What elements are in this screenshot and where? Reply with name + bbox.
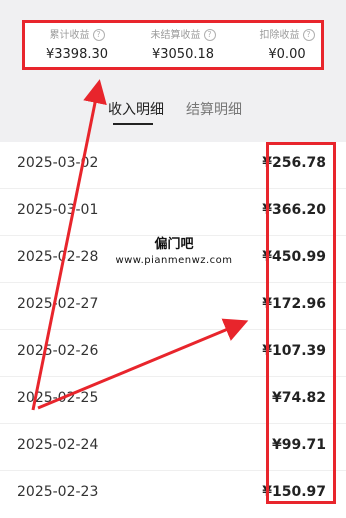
row-amount: ¥99.71 xyxy=(271,437,326,453)
row-date: 2025-02-26 xyxy=(17,343,99,359)
list-item[interactable]: 2025-02-23 ¥150.97 xyxy=(0,471,346,518)
stat-value: ¥3050.18 xyxy=(151,47,215,62)
row-date: 2025-02-28 xyxy=(17,249,99,265)
help-icon[interactable]: ? xyxy=(92,29,105,41)
watermark: 偏门吧 www.pianmenwz.com xyxy=(114,236,234,268)
list-item[interactable]: 2025-02-26 ¥107.39 xyxy=(0,330,346,377)
list-item[interactable]: 2025-02-27 ¥172.96 xyxy=(0,283,346,330)
row-date: 2025-03-01 xyxy=(17,202,99,218)
stat-label: 累计收益 xyxy=(49,30,90,41)
row-date: 2025-02-25 xyxy=(17,390,99,406)
tab-income-detail[interactable]: 收入明细 xyxy=(108,99,164,121)
row-date: 2025-02-27 xyxy=(17,296,99,312)
stat-label: 扣除收益 xyxy=(259,30,300,41)
help-icon[interactable]: ? xyxy=(203,29,216,41)
stat-total-earnings[interactable]: 累计收益? ¥3398.30 xyxy=(27,29,127,63)
list-item[interactable]: 2025-02-25 ¥74.82 xyxy=(0,377,346,424)
stat-label: 未结算收益 xyxy=(150,30,201,41)
stat-value: ¥3398.30 xyxy=(45,47,109,62)
watermark-title: 偏门吧 xyxy=(154,237,194,252)
list-item[interactable]: 2025-03-01 ¥366.20 xyxy=(0,189,346,236)
list-item[interactable]: 2025-02-24 ¥99.71 xyxy=(0,424,346,471)
row-date: 2025-02-23 xyxy=(17,484,99,500)
help-icon[interactable]: ? xyxy=(302,29,315,41)
row-amount: ¥256.78 xyxy=(262,155,326,171)
tab-settlement-detail[interactable]: 结算明细 xyxy=(186,99,242,121)
earnings-summary-card: 累计收益? ¥3398.30 未结算收益? ¥3050.18 扣除收益? ¥0.… xyxy=(22,20,324,70)
watermark-url: www.pianmenwz.com xyxy=(115,255,233,266)
detail-tabs: 收入明细 结算明细 xyxy=(0,99,346,129)
row-amount: ¥172.96 xyxy=(262,296,326,312)
active-tab-indicator xyxy=(113,123,153,125)
row-amount: ¥450.99 xyxy=(262,249,326,265)
row-amount: ¥150.97 xyxy=(262,484,326,500)
stat-value: ¥0.00 xyxy=(268,47,306,62)
row-amount: ¥366.20 xyxy=(262,202,326,218)
row-date: 2025-02-24 xyxy=(17,437,99,453)
stat-deducted-earnings[interactable]: 扣除收益? ¥0.00 xyxy=(237,29,337,63)
row-amount: ¥74.82 xyxy=(271,390,326,406)
list-item[interactable]: 2025-03-02 ¥256.78 xyxy=(0,142,346,189)
row-date: 2025-03-02 xyxy=(17,155,99,171)
row-amount: ¥107.39 xyxy=(262,343,326,359)
stat-unsettled-earnings[interactable]: 未结算收益? ¥3050.18 xyxy=(133,29,233,63)
